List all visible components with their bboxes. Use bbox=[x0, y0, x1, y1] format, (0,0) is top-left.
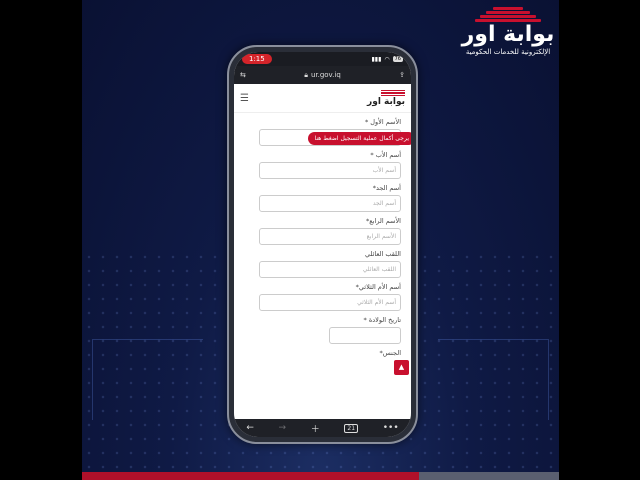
phone-screen: 1:15 ▮▮▮ ◠ 76 ⇆ 🔒︎ ur.gov.iq ⇪ ☰ بوابة ا… bbox=[234, 52, 411, 437]
grandfather-name-input[interactable]: أسم الجد bbox=[259, 195, 401, 212]
bottom-bar-red bbox=[82, 472, 419, 480]
registration-form: الأسم الأول * يرجى أكمال عملية التسجيل ا… bbox=[234, 118, 411, 375]
first-name-label: الأسم الأول * bbox=[364, 118, 401, 126]
more-icon[interactable]: ••• bbox=[383, 423, 399, 433]
bottom-bar-grey bbox=[419, 472, 559, 480]
plus-icon[interactable]: ＋ bbox=[311, 422, 320, 435]
circuit-line-left bbox=[92, 339, 203, 420]
status-icons: ▮▮▮ ◠ 76 bbox=[371, 56, 403, 63]
battery-badge: 76 bbox=[392, 56, 403, 62]
surname-input[interactable]: اللقب العائلي bbox=[259, 261, 401, 278]
menu-icon[interactable]: ☰ bbox=[240, 93, 249, 104]
brand-name: بوابة اور bbox=[461, 22, 555, 47]
calendar-icon[interactable]: ▲ bbox=[394, 360, 409, 375]
brand-subtitle: الإلكترونية للخدمات الحكومية bbox=[465, 48, 551, 56]
site-logo-mark bbox=[367, 89, 405, 97]
status-bar: 1:15 ▮▮▮ ◠ 76 bbox=[234, 52, 411, 66]
status-time: 1:15 bbox=[242, 54, 272, 64]
back-icon[interactable]: ← bbox=[246, 423, 254, 433]
share-icon[interactable]: ⇪ bbox=[399, 71, 405, 79]
complete-registration-banner[interactable]: يرجى أكمال عملية التسجيل اضغط هنا bbox=[308, 132, 411, 145]
fourth-name-input[interactable]: الأسم الرابع bbox=[259, 228, 401, 245]
tabs-icon[interactable]: 21 bbox=[344, 423, 359, 433]
phone-frame: 1:15 ▮▮▮ ◠ 76 ⇆ 🔒︎ ur.gov.iq ⇪ ☰ بوابة ا… bbox=[227, 45, 418, 444]
circuit-line-right bbox=[438, 339, 549, 420]
bottom-color-bar bbox=[82, 472, 559, 480]
gender-label: الجنس* bbox=[379, 349, 401, 357]
mother-name-label: أسم الأم الثلاثي* bbox=[355, 283, 401, 291]
browser-toolbar: ← → ＋ 21 ••• bbox=[234, 419, 411, 437]
brand-logo: بوابة اور الإلكترونية للخدمات الحكومية bbox=[456, 6, 559, 76]
lock-icon: 🔒︎ bbox=[304, 70, 308, 79]
dob-row bbox=[244, 325, 401, 344]
site-logo-name: بوابة اور bbox=[367, 97, 405, 108]
mother-name-input[interactable]: أسم الأم الثلاثي bbox=[259, 294, 401, 311]
fourth-name-label: الأسم الرابع* bbox=[365, 217, 401, 225]
translate-icon[interactable]: ⇆ bbox=[240, 71, 246, 79]
site-logo[interactable]: بوابة اور bbox=[367, 89, 405, 108]
grandfather-name-label: أسم الجد* bbox=[372, 184, 401, 192]
signal-icon: ▮▮▮ bbox=[371, 55, 382, 63]
dob-input[interactable] bbox=[329, 327, 401, 344]
video-background: بوابة اور الإلكترونية للخدمات الحكومية 1… bbox=[82, 0, 559, 480]
browser-url-bar[interactable]: ⇆ 🔒︎ ur.gov.iq ⇪ bbox=[234, 66, 411, 84]
url-display[interactable]: 🔒︎ ur.gov.iq bbox=[304, 71, 341, 80]
wifi-icon: ◠ bbox=[384, 55, 390, 63]
dob-label: تاريخ الولادة * bbox=[363, 316, 401, 324]
father-name-input[interactable]: أسم الأب bbox=[259, 162, 401, 179]
surname-label: اللقب العائلي bbox=[365, 250, 401, 258]
brand-logo-mark bbox=[473, 7, 543, 22]
site-header: ☰ بوابة اور bbox=[234, 84, 411, 113]
forward-icon[interactable]: → bbox=[279, 423, 287, 433]
url-text: ur.gov.iq bbox=[310, 71, 341, 79]
father-name-label: أسم الأب * bbox=[370, 151, 401, 159]
